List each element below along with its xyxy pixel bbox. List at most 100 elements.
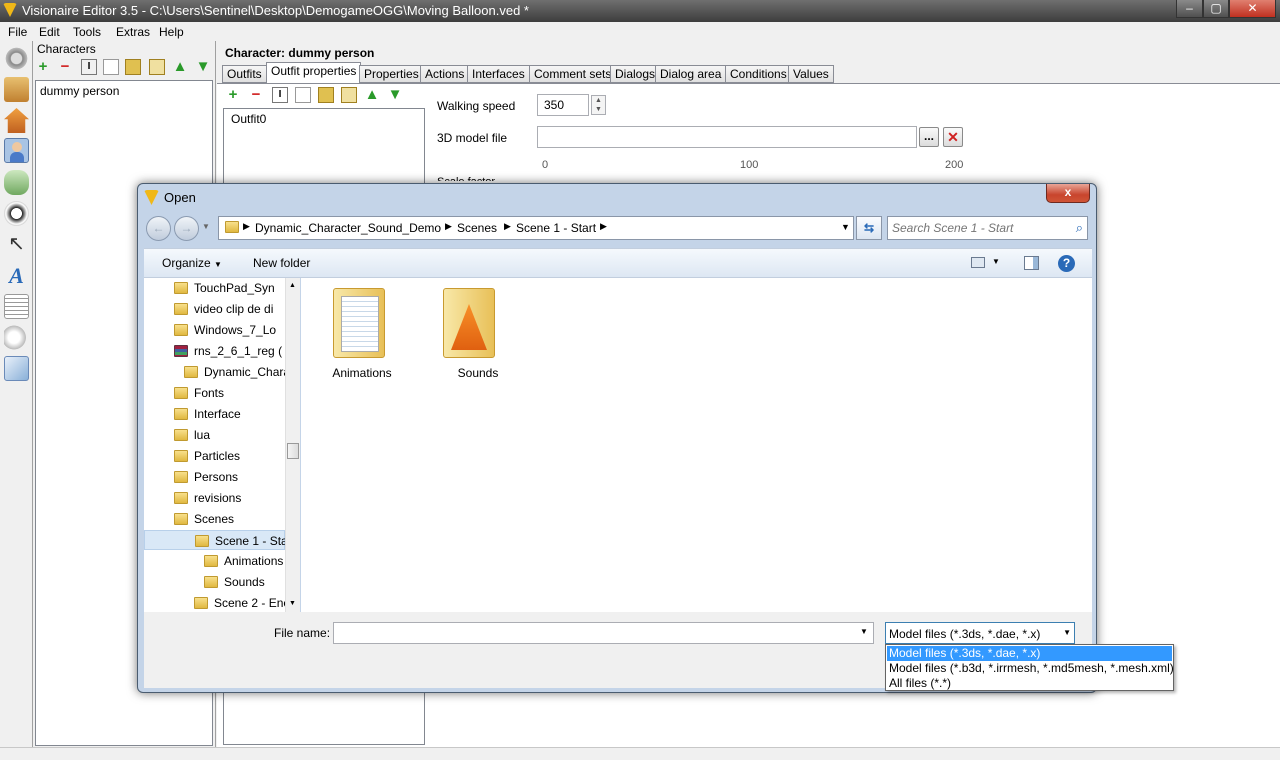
menu-file[interactable]: File (8, 25, 27, 39)
nav-tree-item[interactable]: Fonts (144, 383, 285, 403)
paste-outfit-icon[interactable] (318, 87, 334, 103)
move-up-icon[interactable]: ▲ (172, 59, 188, 75)
tab-outfit-properties[interactable]: Outfit properties (266, 62, 362, 83)
rename-outfit-icon[interactable]: I (272, 87, 288, 103)
file-type-option[interactable]: Model files (*.3ds, *.dae, *.x) (887, 646, 1172, 661)
list-item[interactable]: dummy person (40, 84, 119, 98)
breadcrumb-item[interactable]: Scenes (457, 221, 497, 235)
nav-tree-item[interactable]: Sounds (144, 572, 285, 592)
paste-icon[interactable] (125, 59, 141, 75)
nav-tree-item[interactable]: Scene 2 - Ene (144, 593, 285, 612)
copy-icon[interactable] (103, 59, 119, 75)
dialog-close-button[interactable]: x (1046, 184, 1090, 203)
folder-item[interactable] (327, 288, 397, 368)
scroll-up-icon[interactable]: ▲ (289, 282, 296, 289)
breadcrumb-item[interactable]: Dynamic_Character_Sound_Demo (255, 221, 441, 235)
scrollbar-thumb[interactable] (287, 443, 299, 459)
navigation-scrollbar[interactable]: ▲ ▼ (285, 278, 300, 612)
change-view-icon[interactable] (971, 257, 985, 268)
nav-tree-item[interactable]: Interface (144, 404, 285, 424)
add-character-icon[interactable]: + (35, 59, 51, 75)
nav-tree-item[interactable]: revisions (144, 488, 285, 508)
nav-tree-item[interactable]: Scene 1 - Star (144, 530, 285, 550)
tab-dialog-area[interactable]: Dialog area (655, 65, 727, 83)
nav-tree-item[interactable]: Windows_7_Lo (144, 320, 285, 340)
clipboard-outfit-icon[interactable] (341, 87, 357, 103)
forward-arrow-icon[interactable]: → (174, 216, 199, 241)
hourglass-icon[interactable] (4, 77, 29, 102)
clear-model-icon[interactable]: ✕ (943, 127, 963, 147)
model-file-input[interactable] (537, 126, 917, 148)
filename-dropdown-icon[interactable]: ▼ (860, 627, 868, 636)
maximize-button[interactable]: ▢ (1203, 0, 1229, 18)
tab-conditions[interactable]: Conditions (725, 65, 792, 83)
scripts-scroll-icon[interactable] (4, 356, 29, 381)
refresh-icon[interactable]: ⇆ (856, 216, 882, 240)
tab-outfits[interactable]: Outfits (222, 65, 267, 83)
list-item[interactable]: Outfit0 (231, 112, 266, 126)
breadcrumb-separator-icon[interactable]: ▶ (600, 221, 607, 232)
move-outfit-up-icon[interactable]: ▲ (364, 87, 380, 103)
file-type-option[interactable]: All files (*.*) (887, 676, 1172, 691)
folder-item[interactable] (437, 288, 507, 368)
help-icon[interactable]: ? (1058, 255, 1075, 272)
tab-values[interactable]: Values (788, 65, 834, 83)
particles-cloud-icon[interactable] (4, 325, 29, 350)
clipboard-icon[interactable] (149, 59, 165, 75)
nav-tree-item[interactable]: Animations (144, 551, 285, 571)
cursors-arrow-icon[interactable]: ↖ (4, 232, 29, 257)
nav-tree-item[interactable]: TouchPad_Syn (144, 278, 285, 298)
browse-model-button[interactable]: ... (919, 127, 939, 147)
address-dropdown-icon[interactable]: ▼ (841, 222, 850, 232)
nav-tree-item[interactable]: Dynamic_Charac (144, 362, 285, 382)
remove-character-icon[interactable]: − (57, 59, 73, 75)
breadcrumb-separator-icon[interactable]: ▶ (445, 221, 452, 232)
tab-comment-sets[interactable]: Comment sets (529, 65, 617, 83)
minimize-button[interactable]: – (1176, 0, 1203, 18)
remove-outfit-icon[interactable]: − (248, 87, 264, 103)
search-box[interactable]: ⌕ (887, 216, 1088, 240)
interfaces-gamepad-icon[interactable] (4, 170, 29, 195)
close-window-button[interactable]: ✕ (1229, 0, 1276, 18)
search-icon[interactable]: ⌕ (1076, 220, 1083, 236)
preview-pane-icon[interactable] (1024, 256, 1039, 270)
address-bar[interactable]: ▶ Dynamic_Character_Sound_Demo ▶ Scenes … (218, 216, 854, 240)
folder-label[interactable]: Sounds (441, 366, 515, 380)
objects-ball-icon[interactable] (4, 201, 29, 226)
breadcrumb-item[interactable]: Scene 1 - Start (516, 221, 596, 235)
add-outfit-icon[interactable]: + (225, 87, 241, 103)
scenes-home-icon[interactable] (4, 108, 29, 133)
view-menu-chevron-icon[interactable]: ▼ (992, 257, 1000, 266)
menu-help[interactable]: Help (159, 25, 184, 39)
nav-tree-item[interactable]: video clip de di (144, 299, 285, 319)
scroll-down-icon[interactable]: ▼ (289, 600, 296, 607)
organize-button[interactable]: Organize ▼ (162, 256, 222, 270)
nav-tree-item[interactable]: Scenes (144, 509, 285, 529)
copy-outfit-icon[interactable] (295, 87, 311, 103)
back-arrow-icon[interactable]: ← (146, 216, 171, 241)
move-down-icon[interactable]: ▼ (195, 59, 211, 75)
breadcrumb-separator-icon[interactable]: ▶ (243, 221, 250, 232)
characters-person-icon[interactable] (4, 138, 29, 163)
file-type-select[interactable]: Model files (*.3ds, *.dae, *.x) ▼ (885, 622, 1075, 644)
rename-icon[interactable]: I (81, 59, 97, 75)
text-document-icon[interactable] (4, 294, 29, 319)
menu-extras[interactable]: Extras (116, 25, 150, 39)
nav-tree-item[interactable]: Persons (144, 467, 285, 487)
menu-tools[interactable]: Tools (73, 25, 101, 39)
settings-gear-icon[interactable] (4, 46, 29, 71)
walking-speed-input[interactable]: 350 (537, 94, 589, 116)
new-folder-button[interactable]: New folder (253, 256, 310, 270)
file-type-option[interactable]: Model files (*.b3d, *.irrmesh, *.md5mesh… (887, 661, 1174, 676)
tab-interfaces[interactable]: Interfaces (467, 65, 530, 83)
breadcrumb-separator-icon[interactable]: ▶ (504, 221, 511, 232)
search-input[interactable] (892, 220, 1064, 236)
tab-properties[interactable]: Properties (359, 65, 424, 83)
tab-dialogs[interactable]: Dialogs (610, 65, 661, 83)
nav-tree-item[interactable]: Particles (144, 446, 285, 466)
fonts-letter-icon[interactable]: A (4, 263, 29, 288)
nav-tree-item[interactable]: lua (144, 425, 285, 445)
walking-speed-spinner[interactable]: ▲ ▼ (591, 95, 606, 115)
menu-edit[interactable]: Edit (39, 25, 60, 39)
filename-input[interactable] (333, 622, 874, 644)
